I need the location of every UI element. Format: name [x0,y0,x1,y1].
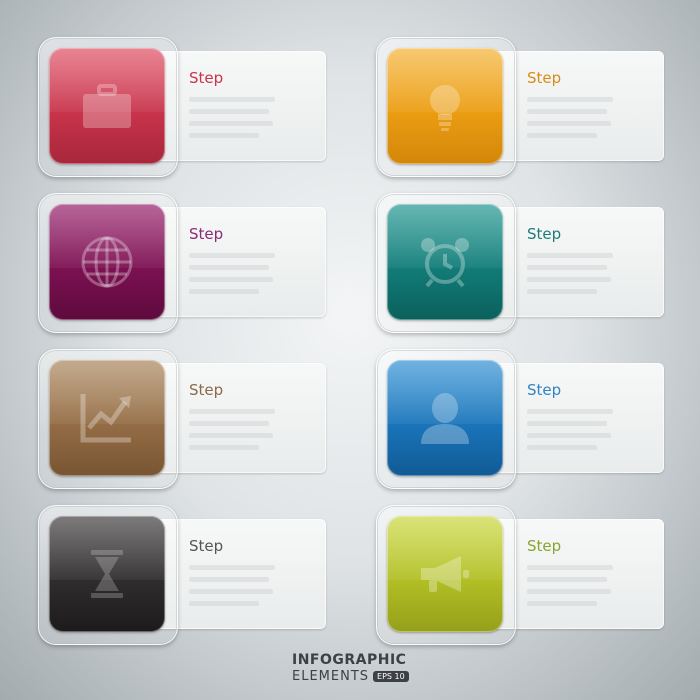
text-line [527,277,611,282]
megaphone-icon [415,544,475,604]
text-line [189,265,269,270]
color-tile [387,204,503,320]
step-item-3: Step [38,193,330,333]
color-tile [387,516,503,632]
text-line [527,265,607,270]
step-item-6: Step [376,349,668,489]
text-line [527,133,597,138]
text-line [189,109,269,114]
text-line [189,97,275,102]
color-tile [49,48,165,164]
text-line [189,289,259,294]
text-line [189,601,259,606]
text-line [189,409,275,414]
text-line [527,589,611,594]
hourglass-icon [77,544,137,604]
footer-title: INFOGRAPHIC [292,652,407,668]
text-line [189,121,273,126]
user-icon [415,388,475,448]
text-line [189,565,275,570]
footer-subtitle-row: ELEMENTS EPS 10 [292,669,409,684]
text-line [527,421,607,426]
eps-badge: EPS 10 [373,671,409,682]
text-line [527,433,611,438]
alarm-clock-icon [415,232,475,292]
text-line [189,277,273,282]
step-item-2: Step [376,37,668,177]
text-line [527,601,597,606]
step-item-4: Step [376,193,668,333]
lightbulb-icon [415,76,475,136]
color-tile [49,204,165,320]
text-line [527,253,613,258]
text-line [189,253,275,258]
color-tile [387,360,503,476]
step-item-5: Step [38,349,330,489]
step-label: Step [527,225,562,243]
text-line [189,445,259,450]
color-tile [49,360,165,476]
text-line [527,109,607,114]
text-line [527,121,611,126]
text-line [189,577,269,582]
color-tile [49,516,165,632]
footer-subtitle: ELEMENTS [292,669,370,684]
step-label: Step [189,381,224,399]
text-line [189,133,259,138]
infographic-canvas: { "steps": [ {"label": "Step", "color": … [0,0,700,700]
text-line [189,421,269,426]
text-line [527,445,597,450]
step-label: Step [527,69,562,87]
text-line [527,289,597,294]
text-line [189,433,273,438]
color-tile [387,48,503,164]
step-label: Step [189,537,224,555]
briefcase-icon [77,76,137,136]
globe-icon [77,232,137,292]
step-item-1: Step [38,37,330,177]
text-line [527,97,613,102]
text-line [189,589,273,594]
step-item-7: Step [38,505,330,645]
step-label: Step [527,537,562,555]
step-label: Step [189,69,224,87]
text-line [527,577,607,582]
step-label: Step [189,225,224,243]
text-line [527,565,613,570]
text-line [527,409,613,414]
step-label: Step [527,381,562,399]
growth-chart-icon [77,388,137,448]
step-item-8: Step [376,505,668,645]
footer-title-block: INFOGRAPHIC ELEMENTS EPS 10 [292,652,409,684]
